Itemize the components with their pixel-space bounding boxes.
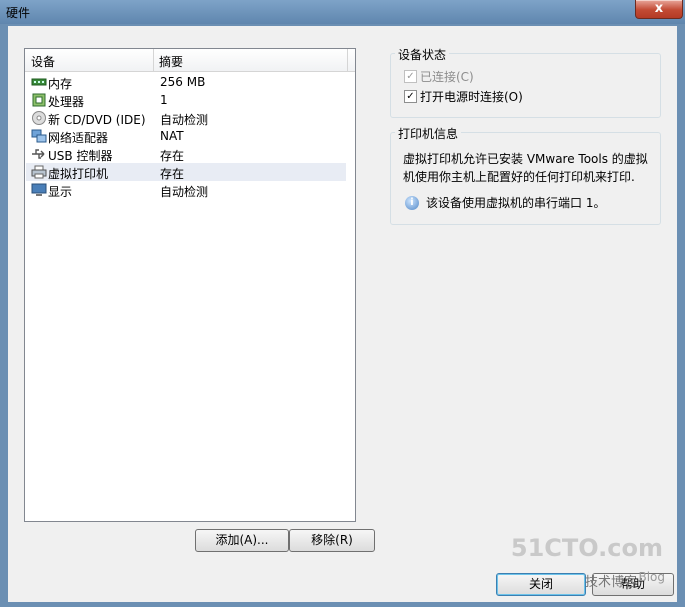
watermark-subtitle: 技术博客 — [584, 575, 637, 590]
window-close-button[interactable]: x — [635, 0, 683, 19]
remove-button[interactable]: 移除(R) — [289, 529, 375, 552]
network-adapter-icon — [31, 129, 47, 143]
device-name: 虚拟打印机 — [48, 167, 109, 181]
device-summary: NAT — [160, 129, 184, 143]
connected-label: 已连接(C) — [420, 70, 474, 84]
device-name: 处理器 — [48, 95, 85, 109]
printer-info-line-2: 机使用你主机上配置好的任何打印机来打印. — [403, 170, 635, 184]
list-item-virtual-printer[interactable]: 虚拟打印机 存在 — [26, 163, 346, 181]
title-bar: 硬件 x — [0, 0, 685, 24]
info-icon: i — [405, 196, 419, 210]
connect-at-power-on-label: 打开电源时连接(O) — [420, 90, 523, 104]
device-summary: 自动检测 — [160, 185, 209, 199]
device-name: 网络适配器 — [48, 131, 109, 145]
device-summary: 自动检测 — [160, 113, 209, 127]
processor-icon — [31, 93, 47, 107]
list-item-memory[interactable]: 内存 256 MB — [26, 73, 346, 91]
column-separator[interactable] — [153, 49, 154, 71]
printer-info-title: 打印机信息 — [395, 125, 462, 142]
device-name: 内存 — [48, 77, 73, 91]
device-name: USB 控制器 — [48, 149, 113, 163]
column-separator[interactable] — [347, 49, 348, 71]
memory-icon — [31, 75, 47, 89]
column-header-summary[interactable]: 摘要 — [159, 53, 183, 70]
printer-info-line-1: 虚拟打印机允许已安装 VMware Tools 的虚拟 — [403, 152, 648, 166]
device-summary: 存在 — [160, 149, 185, 163]
usb-icon — [31, 147, 47, 161]
display-icon — [31, 183, 47, 197]
list-item-usb-controller[interactable]: USB 控制器 存在 — [26, 145, 346, 163]
list-item-display[interactable]: 显示 自动检测 — [26, 181, 346, 199]
watermark-blog-tag: Blog — [638, 570, 665, 584]
device-status-title: 设备状态 — [395, 46, 450, 63]
list-item-network-adapter[interactable]: 网络适配器 NAT — [26, 127, 346, 145]
connect-at-power-on-checkbox[interactable]: ✓ — [404, 90, 417, 103]
cd-dvd-icon — [31, 111, 47, 125]
hardware-list[interactable]: 设备 摘要 内存 256 MB 处理器 1 新 CD/DVD (IDE) 自动检… — [24, 48, 356, 522]
watermark-logo: 51CTO.com — [510, 534, 663, 562]
device-summary: 1 — [160, 93, 168, 107]
device-summary: 256 MB — [160, 75, 206, 89]
printer-info-note: 该设备使用虚拟机的串行端口 1。 — [426, 196, 606, 210]
printer-icon — [31, 165, 47, 179]
list-header: 设备 摘要 — [25, 49, 355, 72]
close-button[interactable]: 关闭 — [496, 573, 586, 596]
column-header-device[interactable]: 设备 — [31, 53, 55, 70]
dialog-client: 设备 摘要 内存 256 MB 处理器 1 新 CD/DVD (IDE) 自动检… — [8, 26, 677, 602]
device-name: 显示 — [48, 185, 73, 199]
window-title: 硬件 — [6, 6, 31, 20]
device-name: 新 CD/DVD (IDE) — [48, 113, 146, 127]
connected-checkbox[interactable]: ✓ — [404, 70, 417, 83]
device-summary: 存在 — [160, 167, 185, 181]
list-item-cd-dvd[interactable]: 新 CD/DVD (IDE) 自动检测 — [26, 109, 346, 127]
add-button[interactable]: 添加(A)... — [195, 529, 289, 552]
list-item-processor[interactable]: 处理器 1 — [26, 91, 346, 109]
